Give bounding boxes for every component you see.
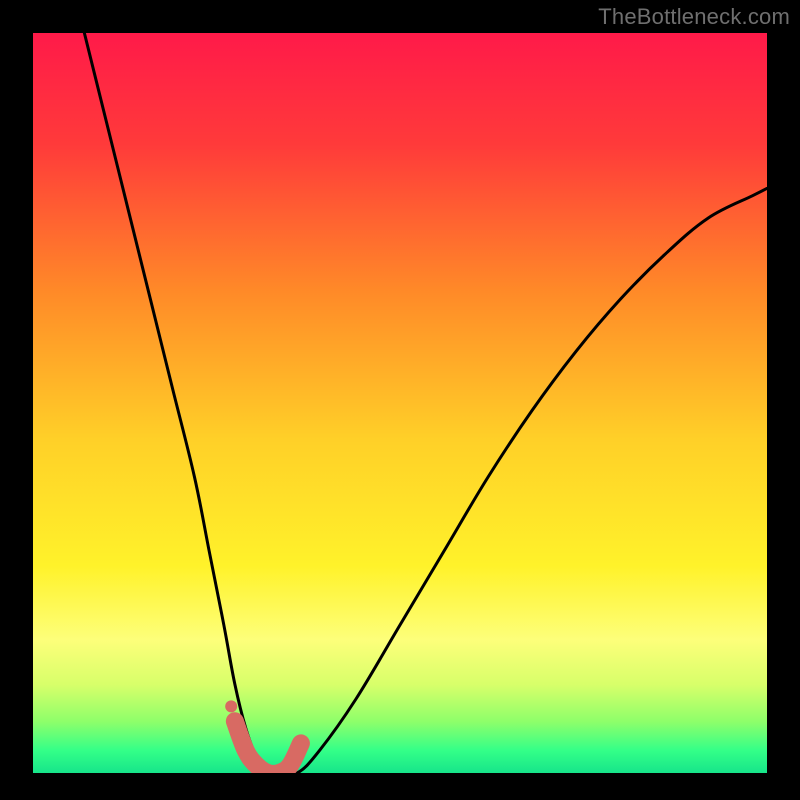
chart-frame: TheBottleneck.com [0,0,800,800]
bottleneck-chart [0,0,800,800]
watermark-text: TheBottleneck.com [598,4,790,30]
gradient-background [33,33,767,773]
highlight-dot [225,700,237,712]
